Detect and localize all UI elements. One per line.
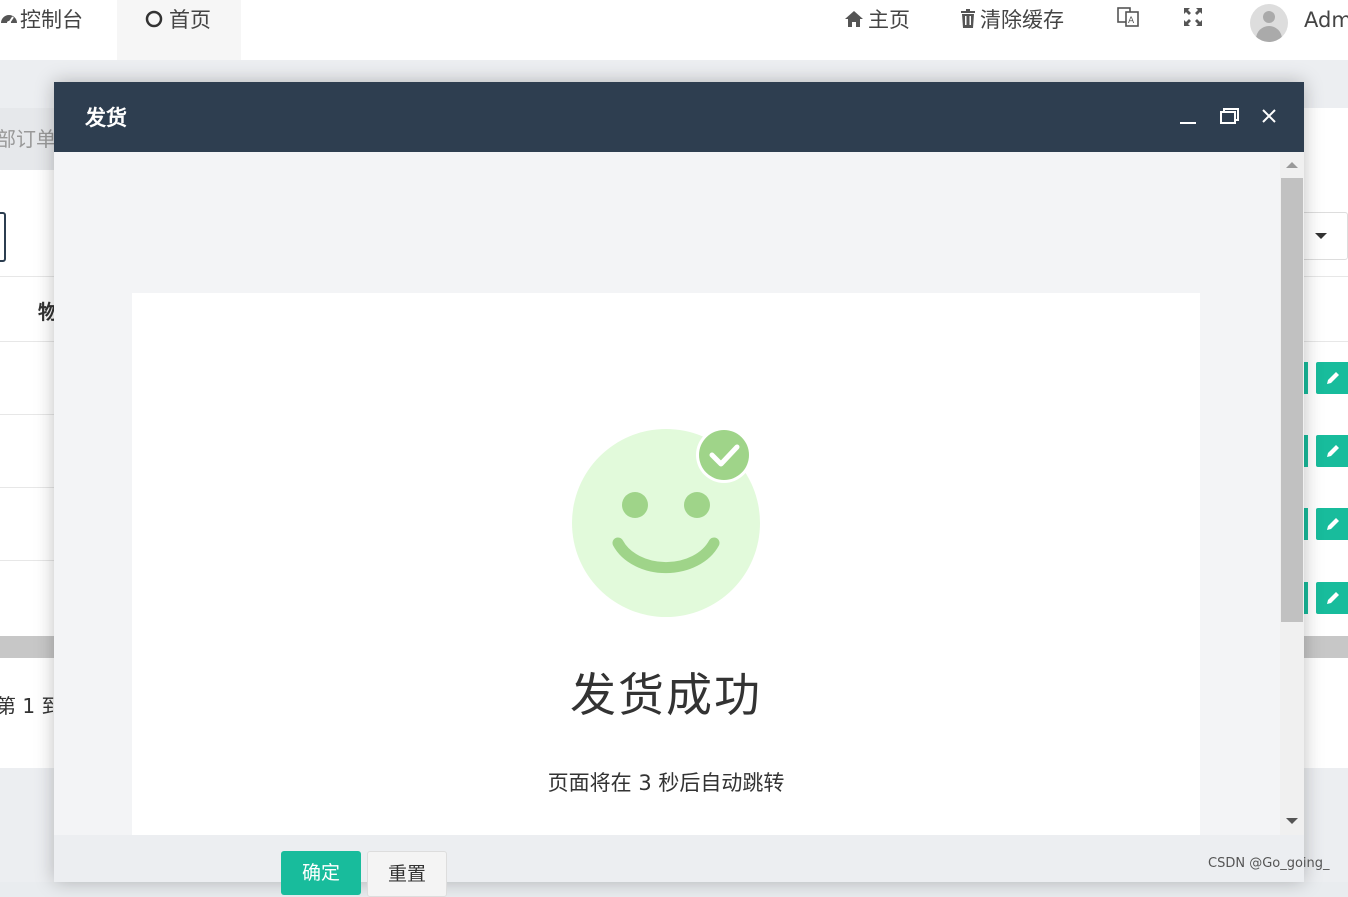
redirect-message: 页面将在 3 秒后自动跳转 <box>547 771 785 795</box>
home-link[interactable]: 主页 <box>844 0 910 60</box>
row-divider <box>0 414 60 415</box>
tab-dashboard[interactable]: 控制台 <box>0 0 112 60</box>
minimize-button[interactable] <box>1176 104 1200 128</box>
tab-home[interactable]: 首页 <box>117 0 241 60</box>
check-icon <box>699 430 749 480</box>
avatar[interactable] <box>1250 4 1288 42</box>
pencil-icon <box>1327 372 1339 384</box>
home-icon <box>844 1 864 41</box>
clear-cache-label: 清除缓存 <box>980 8 1064 32</box>
row-divider <box>0 341 60 342</box>
columns-dropdown[interactable] <box>1300 212 1348 260</box>
top-navbar: 控制台 首页 主页 清除缓存 A Adm <box>0 0 1348 60</box>
edit-button[interactable] <box>1316 508 1348 540</box>
dialog-scrollbar[interactable] <box>1280 152 1304 835</box>
dashboard-icon <box>0 1 18 41</box>
edit-button[interactable] <box>1316 582 1348 614</box>
avatar-body <box>1256 26 1282 42</box>
fullscreen-button[interactable] <box>1182 0 1210 60</box>
scroll-thumb[interactable] <box>1281 178 1303 622</box>
close-icon <box>1262 109 1276 123</box>
clear-cache-button[interactable]: 清除缓存 <box>960 0 1064 60</box>
circle-icon <box>145 1 163 41</box>
edit-button[interactable] <box>1316 362 1348 394</box>
pagination-info: 第 1 到 <box>0 694 62 718</box>
dialog-footer: 确定 重置 <box>54 835 1304 897</box>
pencil-icon <box>1327 592 1339 604</box>
pencil-icon <box>1327 445 1339 457</box>
tab-home-label: 首页 <box>169 8 211 32</box>
smiley-left-eye <box>622 492 648 518</box>
horizontal-scrollbar[interactable] <box>1300 636 1348 658</box>
minimize-icon <box>1180 122 1196 124</box>
scroll-up-icon[interactable] <box>1286 162 1298 168</box>
dialog-body: 发货成功 页面将在 3 秒后自动跳转 <box>54 152 1280 835</box>
close-button[interactable] <box>1257 104 1281 128</box>
row-divider <box>1304 276 1348 277</box>
success-illustration <box>572 417 762 621</box>
translate-icon: A <box>1117 1 1139 41</box>
edit-button[interactable] <box>1316 435 1348 467</box>
dialog-title: 发货 <box>85 106 127 130</box>
confirm-button[interactable]: 确定 <box>281 851 361 895</box>
reset-button[interactable]: 重置 <box>367 851 447 897</box>
dialog-header: 发货 <box>54 82 1304 152</box>
background-button[interactable] <box>0 212 6 262</box>
user-name[interactable]: Adm <box>1304 0 1348 60</box>
shipping-dialog: 发货 发货成功 页面将在 3 秒后自动跳转 确定 重置 <box>54 82 1304 897</box>
watermark: CSDN @Go_going_ <box>1208 856 1330 871</box>
row-divider <box>1304 341 1348 342</box>
avatar-head <box>1263 11 1275 23</box>
smiley-right-eye <box>684 492 710 518</box>
scroll-down-icon[interactable] <box>1286 818 1298 824</box>
fullscreen-icon <box>1182 1 1204 41</box>
success-card: 发货成功 页面将在 3 秒后自动跳转 <box>132 293 1200 835</box>
maximize-button[interactable] <box>1217 104 1241 128</box>
row-divider <box>0 560 60 561</box>
svg-text:A: A <box>1128 16 1135 26</box>
translate-button[interactable]: A <box>1117 0 1145 60</box>
trash-icon <box>960 1 976 41</box>
tab-dashboard-label: 控制台 <box>20 8 83 32</box>
horizontal-scrollbar[interactable] <box>0 636 60 658</box>
background-breadcrumb: 部订单 <box>0 108 60 170</box>
caret-down-icon <box>1315 233 1327 239</box>
maximize-icon <box>1220 108 1239 124</box>
row-divider <box>0 276 60 277</box>
pencil-icon <box>1327 518 1339 530</box>
row-divider <box>0 487 60 488</box>
success-title: 发货成功 <box>570 668 762 722</box>
home-link-label: 主页 <box>868 8 910 32</box>
